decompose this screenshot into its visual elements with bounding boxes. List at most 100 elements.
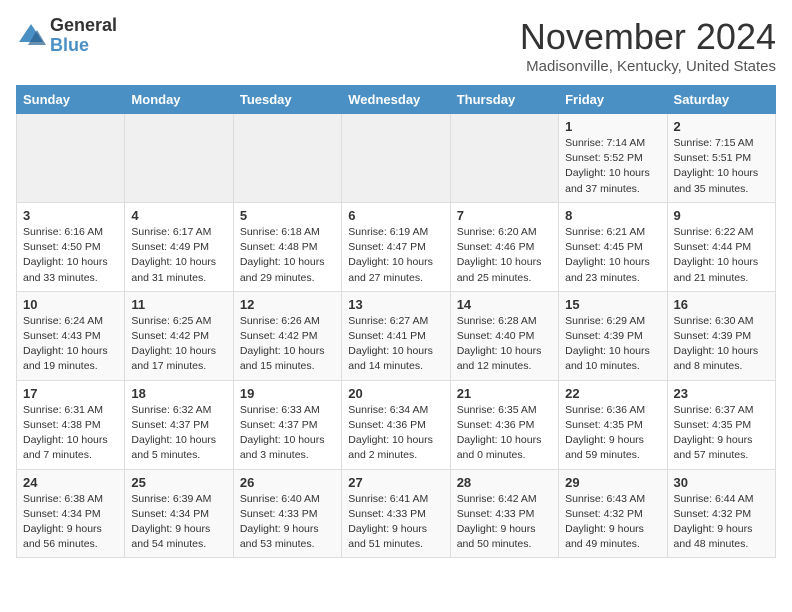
calendar-day-header: Saturday xyxy=(667,86,775,114)
calendar-day-cell: 18Sunrise: 6:32 AM Sunset: 4:37 PM Dayli… xyxy=(125,380,233,469)
calendar-day-cell: 15 Sunrise: 6:29 AM Sunset: 4:39 PM Dayli… xyxy=(559,291,667,380)
calendar-day-cell: 25Sunrise: 6:39 AM Sunset: 4:34 PM Dayli… xyxy=(125,469,233,558)
logo-icon xyxy=(16,21,46,51)
day-number: 29 xyxy=(565,475,660,490)
day-number: 9 xyxy=(674,208,769,223)
day-info: Sunrise: 6:41 AM Sunset: 4:33 PM Dayligh… xyxy=(348,492,443,553)
calendar-day-cell xyxy=(450,114,558,203)
day-number: 25 xyxy=(131,475,226,490)
day-number: 16 xyxy=(674,297,769,312)
calendar-day-cell: 29 Sunrise: 6:43 AM Sunset: 4:32 PM Dayli… xyxy=(559,469,667,558)
day-info: Sunrise: 6:16 AM Sunset: 4:50 PM Dayligh… xyxy=(23,225,118,286)
day-number: 12 xyxy=(240,297,335,312)
day-number: 26 xyxy=(240,475,335,490)
day-info: Sunrise: 6:19 AM Sunset: 4:47 PM Dayligh… xyxy=(348,225,443,286)
day-number: 23 xyxy=(674,386,769,401)
day-info: Sunrise: 6:18 AM Sunset: 4:48 PM Dayligh… xyxy=(240,225,335,286)
day-number: 7 xyxy=(457,208,552,223)
calendar-day-cell: 10Sunrise: 6:24 AM Sunset: 4:43 PM Dayli… xyxy=(17,291,125,380)
day-number: 28 xyxy=(457,475,552,490)
calendar-day-cell: 26 Sunrise: 6:40 AM Sunset: 4:33 PM Dayli… xyxy=(233,469,341,558)
calendar-day-cell: 16 Sunrise: 6:30 AM Sunset: 4:39 PM Dayli… xyxy=(667,291,775,380)
calendar-day-cell: 3 Sunrise: 6:16 AM Sunset: 4:50 PM Daylig… xyxy=(17,202,125,291)
location: Madisonville, Kentucky, United States xyxy=(520,58,776,75)
day-number: 14 xyxy=(457,297,552,312)
day-info: Sunrise: 6:28 AM Sunset: 4:40 PM Dayligh… xyxy=(457,314,552,375)
calendar-day-cell: 9 Sunrise: 6:22 AM Sunset: 4:44 PM Daylig… xyxy=(667,202,775,291)
calendar-header: SundayMondayTuesdayWednesdayThursdayFrid… xyxy=(17,86,776,114)
calendar-day-cell: 30 Sunrise: 6:44 AM Sunset: 4:32 PM Dayli… xyxy=(667,469,775,558)
day-number: 1 xyxy=(565,119,660,134)
calendar-week-row: 10Sunrise: 6:24 AM Sunset: 4:43 PM Dayli… xyxy=(17,291,776,380)
calendar-day-cell: 7 Sunrise: 6:20 AM Sunset: 4:46 PM Daylig… xyxy=(450,202,558,291)
day-info: Sunrise: 6:17 AM Sunset: 4:49 PM Dayligh… xyxy=(131,225,226,286)
day-info: Sunrise: 6:31 AM Sunset: 4:38 PM Dayligh… xyxy=(23,403,118,464)
calendar-day-cell: 2Sunrise: 7:15 AM Sunset: 5:51 PM Daylig… xyxy=(667,114,775,203)
calendar-day-cell: 14 Sunrise: 6:28 AM Sunset: 4:40 PM Dayli… xyxy=(450,291,558,380)
day-number: 21 xyxy=(457,386,552,401)
day-info: Sunrise: 7:14 AM Sunset: 5:52 PM Dayligh… xyxy=(565,136,660,197)
calendar-day-header: Tuesday xyxy=(233,86,341,114)
day-info: Sunrise: 6:29 AM Sunset: 4:39 PM Dayligh… xyxy=(565,314,660,375)
calendar-day-cell xyxy=(125,114,233,203)
day-info: Sunrise: 6:42 AM Sunset: 4:33 PM Dayligh… xyxy=(457,492,552,553)
day-number: 27 xyxy=(348,475,443,490)
day-info: Sunrise: 6:34 AM Sunset: 4:36 PM Dayligh… xyxy=(348,403,443,464)
day-number: 20 xyxy=(348,386,443,401)
day-info: Sunrise: 6:26 AM Sunset: 4:42 PM Dayligh… xyxy=(240,314,335,375)
calendar-day-header: Thursday xyxy=(450,86,558,114)
day-info: Sunrise: 6:20 AM Sunset: 4:46 PM Dayligh… xyxy=(457,225,552,286)
calendar-day-cell: 12 Sunrise: 6:26 AM Sunset: 4:42 PM Dayli… xyxy=(233,291,341,380)
day-info: Sunrise: 6:24 AM Sunset: 4:43 PM Dayligh… xyxy=(23,314,118,375)
day-number: 19 xyxy=(240,386,335,401)
day-info: Sunrise: 6:33 AM Sunset: 4:37 PM Dayligh… xyxy=(240,403,335,464)
day-info: Sunrise: 6:43 AM Sunset: 4:32 PM Dayligh… xyxy=(565,492,660,553)
day-info: Sunrise: 6:22 AM Sunset: 4:44 PM Dayligh… xyxy=(674,225,769,286)
calendar-day-cell: 6 Sunrise: 6:19 AM Sunset: 4:47 PM Daylig… xyxy=(342,202,450,291)
calendar-day-cell: 27 Sunrise: 6:41 AM Sunset: 4:33 PM Dayli… xyxy=(342,469,450,558)
day-number: 17 xyxy=(23,386,118,401)
day-info: Sunrise: 6:37 AM Sunset: 4:35 PM Dayligh… xyxy=(674,403,769,464)
calendar-day-cell: 28 Sunrise: 6:42 AM Sunset: 4:33 PM Dayli… xyxy=(450,469,558,558)
day-number: 8 xyxy=(565,208,660,223)
calendar-day-cell xyxy=(17,114,125,203)
day-info: Sunrise: 6:21 AM Sunset: 4:45 PM Dayligh… xyxy=(565,225,660,286)
calendar-week-row: 24 Sunrise: 6:38 AM Sunset: 4:34 PM Dayli… xyxy=(17,469,776,558)
day-number: 15 xyxy=(565,297,660,312)
calendar-week-row: 17 Sunrise: 6:31 AM Sunset: 4:38 PM Dayli… xyxy=(17,380,776,469)
day-number: 6 xyxy=(348,208,443,223)
day-number: 4 xyxy=(131,208,226,223)
calendar-day-cell: 24 Sunrise: 6:38 AM Sunset: 4:34 PM Dayli… xyxy=(17,469,125,558)
day-info: Sunrise: 6:30 AM Sunset: 4:39 PM Dayligh… xyxy=(674,314,769,375)
day-number: 3 xyxy=(23,208,118,223)
calendar-day-cell: 8 Sunrise: 6:21 AM Sunset: 4:45 PM Daylig… xyxy=(559,202,667,291)
day-info: Sunrise: 6:38 AM Sunset: 4:34 PM Dayligh… xyxy=(23,492,118,553)
day-info: Sunrise: 6:27 AM Sunset: 4:41 PM Dayligh… xyxy=(348,314,443,375)
calendar-table: SundayMondayTuesdayWednesdayThursdayFrid… xyxy=(16,85,776,558)
calendar-day-cell: 23 Sunrise: 6:37 AM Sunset: 4:35 PM Dayli… xyxy=(667,380,775,469)
day-number: 18 xyxy=(131,386,226,401)
calendar-day-header: Friday xyxy=(559,86,667,114)
calendar-day-cell: 5 Sunrise: 6:18 AM Sunset: 4:48 PM Daylig… xyxy=(233,202,341,291)
calendar-day-header: Sunday xyxy=(17,86,125,114)
calendar-day-cell: 19 Sunrise: 6:33 AM Sunset: 4:37 PM Dayli… xyxy=(233,380,341,469)
calendar-day-cell: 22Sunrise: 6:36 AM Sunset: 4:35 PM Dayli… xyxy=(559,380,667,469)
day-info: Sunrise: 6:44 AM Sunset: 4:32 PM Dayligh… xyxy=(674,492,769,553)
day-info: Sunrise: 6:40 AM Sunset: 4:33 PM Dayligh… xyxy=(240,492,335,553)
day-info: Sunrise: 6:25 AM Sunset: 4:42 PM Dayligh… xyxy=(131,314,226,375)
day-number: 24 xyxy=(23,475,118,490)
day-number: 5 xyxy=(240,208,335,223)
title-area: November 2024 Madisonville, Kentucky, Un… xyxy=(520,16,776,75)
month-title: November 2024 xyxy=(520,16,776,58)
calendar-week-row: 3 Sunrise: 6:16 AM Sunset: 4:50 PM Daylig… xyxy=(17,202,776,291)
logo: General Blue xyxy=(16,16,117,56)
page-header: General Blue November 2024 Madisonville,… xyxy=(16,16,776,75)
calendar-week-row: 1 Sunrise: 7:14 AM Sunset: 5:52 PM Daylig… xyxy=(17,114,776,203)
calendar-day-cell: 13Sunrise: 6:27 AM Sunset: 4:41 PM Dayli… xyxy=(342,291,450,380)
calendar-day-cell: 21 Sunrise: 6:35 AM Sunset: 4:36 PM Dayli… xyxy=(450,380,558,469)
day-number: 30 xyxy=(674,475,769,490)
day-info: Sunrise: 6:35 AM Sunset: 4:36 PM Dayligh… xyxy=(457,403,552,464)
calendar-day-header: Wednesday xyxy=(342,86,450,114)
day-number: 11 xyxy=(131,297,226,312)
logo-text: General Blue xyxy=(50,16,117,56)
